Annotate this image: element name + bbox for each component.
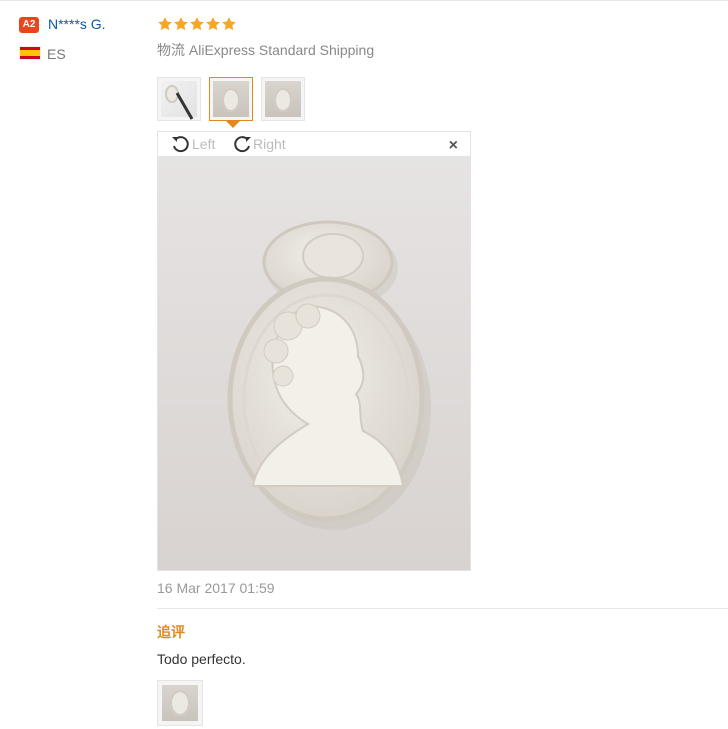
star-icon — [174, 17, 188, 31]
photo-thumb-image — [161, 81, 197, 120]
review-photo — [158, 156, 470, 570]
photo-thumb-image — [213, 81, 249, 117]
divider — [157, 608, 728, 609]
photo-thumb-2[interactable] — [209, 77, 253, 121]
photo-viewer: Left Right × — [157, 131, 471, 571]
rotate-right-icon — [234, 136, 251, 153]
additional-photo-thumb-1[interactable] — [157, 680, 203, 726]
star-icon — [206, 17, 220, 31]
photo-thumb-image — [162, 685, 198, 721]
spain-flag-icon — [19, 46, 41, 60]
additional-feedback-title: 追评 — [157, 624, 185, 640]
feedback-date: 16 Mar 2017 01:59 — [157, 580, 275, 596]
photo-thumb-1[interactable] — [157, 77, 201, 121]
star-rating — [157, 16, 237, 34]
star-icon — [190, 17, 204, 31]
rotate-right-label: Right — [253, 136, 286, 152]
rotate-right-button[interactable]: Right — [231, 132, 286, 156]
photo-thumb-image — [265, 81, 301, 117]
rotate-left-button[interactable]: Left — [170, 132, 215, 156]
top-divider — [0, 0, 728, 1]
viewer-toolbar: Left Right × — [158, 132, 470, 156]
additional-feedback-text: Todo perfecto. — [157, 651, 246, 667]
selected-thumb-pointer — [226, 121, 240, 128]
star-icon — [158, 17, 172, 31]
star-icon — [222, 17, 236, 31]
photo-thumb-3[interactable] — [261, 77, 305, 121]
shipping-method: 物流 AliExpress Standard Shipping — [157, 42, 375, 58]
rotate-left-label: Left — [192, 136, 216, 152]
country-code: ES — [47, 46, 66, 62]
rotate-left-icon — [172, 136, 189, 153]
close-viewer-button[interactable]: × — [449, 136, 458, 156]
reviewer-name[interactable]: N****s G. — [48, 16, 106, 32]
cameo-photo-illustration — [158, 156, 470, 570]
buyer-level-badge: A2 — [19, 17, 39, 33]
